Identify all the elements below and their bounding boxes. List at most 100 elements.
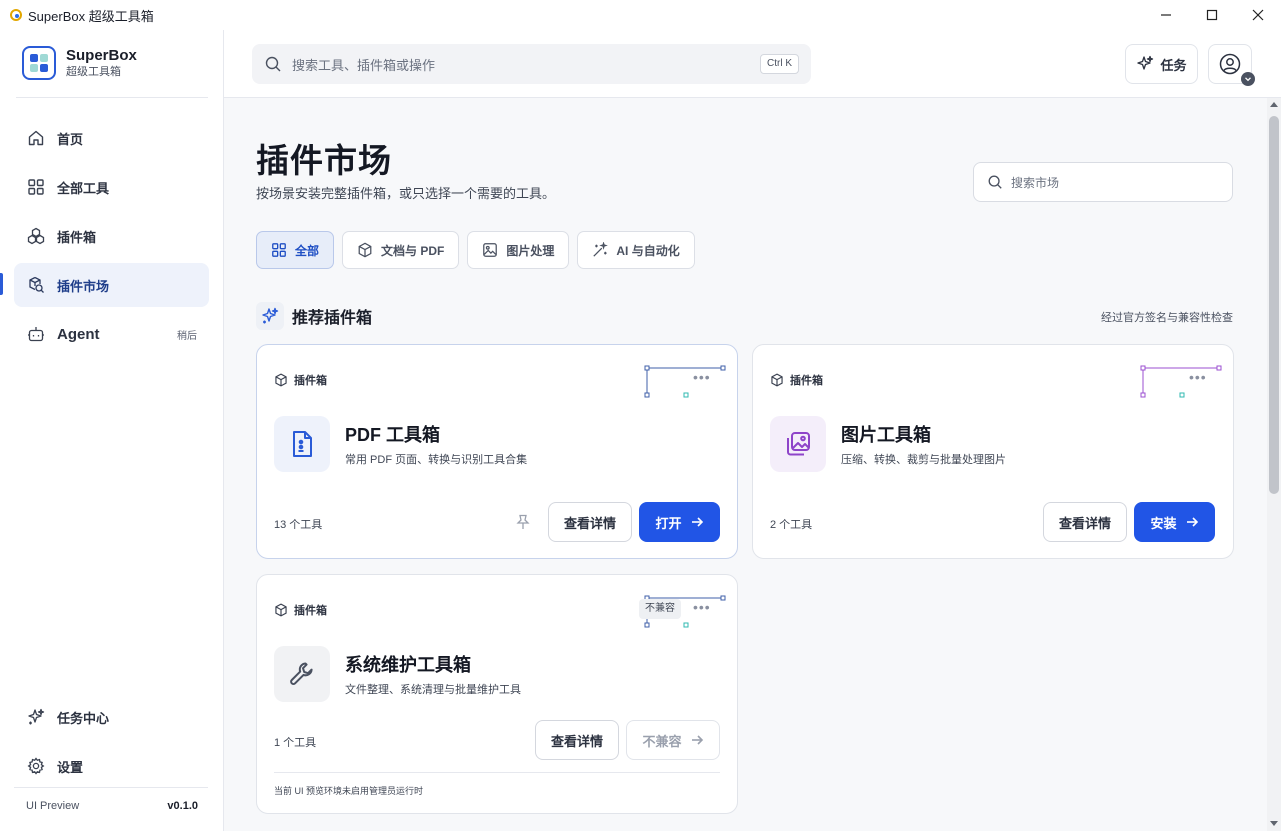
arrow-right-icon [691, 517, 703, 527]
more-options-icon[interactable]: ••• [1189, 369, 1207, 385]
sidebar-item-label: 设置 [57, 759, 84, 775]
page-subtitle: 按场景安装完整插件箱，或只选择一个需要的工具。 [256, 186, 556, 201]
card-description: 常用 PDF 页面、转换与识别工具合集 [345, 454, 528, 466]
filter-image[interactable]: 图片处理 [467, 231, 570, 269]
section-title: 推荐插件箱 [292, 310, 373, 327]
card-title: 图片工具箱 [841, 425, 931, 445]
close-icon [1252, 9, 1264, 21]
sidebar-item-label: 任务中心 [57, 710, 110, 726]
coming-later-badge: 稍后 [177, 330, 197, 342]
plugin-card-image[interactable]: 插件箱 ••• 图片工具箱 压缩、转换、裁剪与批量处理图片 2 个工具 查看详情… [752, 344, 1234, 559]
card-kind-label: 插件箱 [294, 605, 327, 617]
card-decoration [644, 365, 726, 398]
sidebar-item-label: 全部工具 [57, 180, 110, 196]
sidebar-item-plugin-boxes[interactable]: 插件箱 [14, 214, 209, 258]
cube-icon [275, 603, 287, 617]
filter-docs-pdf[interactable]: 文档与 PDF [342, 231, 460, 269]
button-label: 不兼容 [642, 733, 682, 749]
cube-icon [771, 373, 783, 387]
filter-all[interactable]: 全部 [256, 231, 335, 269]
plugin-card-pdf[interactable]: 插件箱 ••• PDF 工具箱 常用 PDF 页面、转换与识别工具合集 13 个… [256, 344, 738, 559]
user-avatar-icon [1219, 53, 1241, 75]
wand-icon [593, 242, 609, 257]
install-button[interactable]: 安装 [1134, 502, 1215, 542]
app-logo-icon [10, 9, 22, 21]
bot-icon [26, 324, 46, 344]
section-header: 推荐插件箱 [256, 302, 372, 330]
images-icon [770, 416, 826, 472]
maximize-icon [1206, 9, 1218, 21]
version-label: v0.1.0 [167, 800, 198, 812]
category-filters: 全部 文档与 PDF 图片处理 AI 与自动化 [256, 231, 703, 269]
sidebar-item-all-tools[interactable]: 全部工具 [14, 165, 209, 209]
sidebar-item-plugin-market[interactable]: 插件市场 [14, 263, 209, 307]
arrow-right-icon [1186, 517, 1198, 527]
view-details-button[interactable]: 查看详情 [548, 502, 632, 542]
tool-count: 2 个工具 [770, 519, 813, 531]
pdf-file-icon [274, 416, 330, 472]
filter-label: 图片处理 [506, 243, 555, 258]
card-kind: 插件箱 [274, 602, 327, 618]
card-kind: 插件箱 [770, 372, 823, 388]
sidebar-item-home[interactable]: 首页 [14, 116, 209, 160]
pin-button[interactable] [512, 511, 534, 533]
sidebar-item-settings[interactable]: 设置 [14, 744, 209, 788]
filter-ai-automation[interactable]: AI 与自动化 [577, 231, 695, 269]
button-label: 打开 [655, 515, 682, 531]
chevron-down-icon [1241, 72, 1255, 86]
more-options-icon[interactable]: ••• [693, 599, 711, 615]
minimize-icon [1161, 14, 1171, 16]
compatibility-note: 当前 UI 预览环境未启用管理员运行时 [274, 786, 424, 796]
pin-icon [516, 514, 530, 529]
maximize-button[interactable] [1189, 0, 1235, 30]
grid-icon [272, 243, 286, 257]
view-details-button[interactable]: 查看详情 [535, 720, 619, 760]
sparkle-icon [1137, 55, 1154, 70]
minimize-button[interactable] [1143, 0, 1189, 30]
scroll-down-icon[interactable] [1270, 821, 1278, 826]
tasks-button[interactable]: 任务 [1125, 44, 1198, 84]
main-content: 插件市场 按场景安装完整插件箱，或只选择一个需要的工具。 搜索市场 全部 文档与… [224, 98, 1267, 831]
sparkle-icon [256, 302, 284, 330]
market-search-input[interactable]: 搜索市场 [973, 162, 1233, 202]
market-search-placeholder: 搜索市场 [1011, 175, 1060, 190]
incompatible-badge: 不兼容 [639, 599, 681, 619]
sidebar-item-label: Agent [57, 325, 100, 343]
brand-subtitle: 超级工具箱 [66, 66, 121, 78]
window-title: SuperBox 超级工具箱 [28, 8, 154, 24]
divider [274, 772, 720, 773]
close-button[interactable] [1235, 0, 1281, 30]
tool-count: 1 个工具 [274, 737, 317, 749]
plugin-card-system[interactable]: 插件箱 不兼容 ••• 系统维护工具箱 文件整理、系统清理与批量维护工具 1 个… [256, 574, 738, 814]
active-nav-indicator [0, 273, 3, 295]
market-search-icon [26, 275, 46, 295]
tasks-button-label: 任务 [1160, 57, 1187, 73]
vertical-scrollbar[interactable] [1267, 98, 1281, 831]
sidebar-item-label: 插件市场 [57, 278, 110, 294]
scroll-up-icon[interactable] [1270, 102, 1278, 107]
card-kind-label: 插件箱 [790, 375, 823, 387]
arrow-right-icon [691, 735, 703, 745]
section-note: 经过官方签名与兼容性检查 [1101, 312, 1233, 324]
view-details-button[interactable]: 查看详情 [1043, 502, 1127, 542]
open-button[interactable]: 打开 [639, 502, 720, 542]
sidebar-item-agent[interactable]: Agent 稍后 [14, 312, 209, 356]
boxes-icon [26, 226, 46, 246]
tool-count: 13 个工具 [274, 519, 323, 531]
scroll-thumb[interactable] [1269, 116, 1279, 494]
card-title: 系统维护工具箱 [345, 655, 471, 675]
card-kind: 插件箱 [274, 372, 327, 388]
card-description: 压缩、转换、裁剪与批量处理图片 [841, 454, 1006, 466]
page-title: 插件市场 [256, 142, 392, 179]
search-icon [987, 174, 1003, 190]
brand-logo-icon [22, 46, 56, 80]
button-label: 安装 [1150, 515, 1177, 531]
global-search-input[interactable]: 搜索工具、插件箱或操作 Ctrl K [252, 44, 811, 84]
sidebar-item-task-center[interactable]: 任务中心 [14, 695, 209, 739]
more-options-icon[interactable]: ••• [693, 369, 711, 385]
image-icon [483, 243, 498, 257]
window-controls [1143, 0, 1281, 30]
filter-label: 文档与 PDF [381, 243, 445, 258]
sparkle-icon [26, 707, 46, 727]
grid-icon [26, 177, 46, 197]
